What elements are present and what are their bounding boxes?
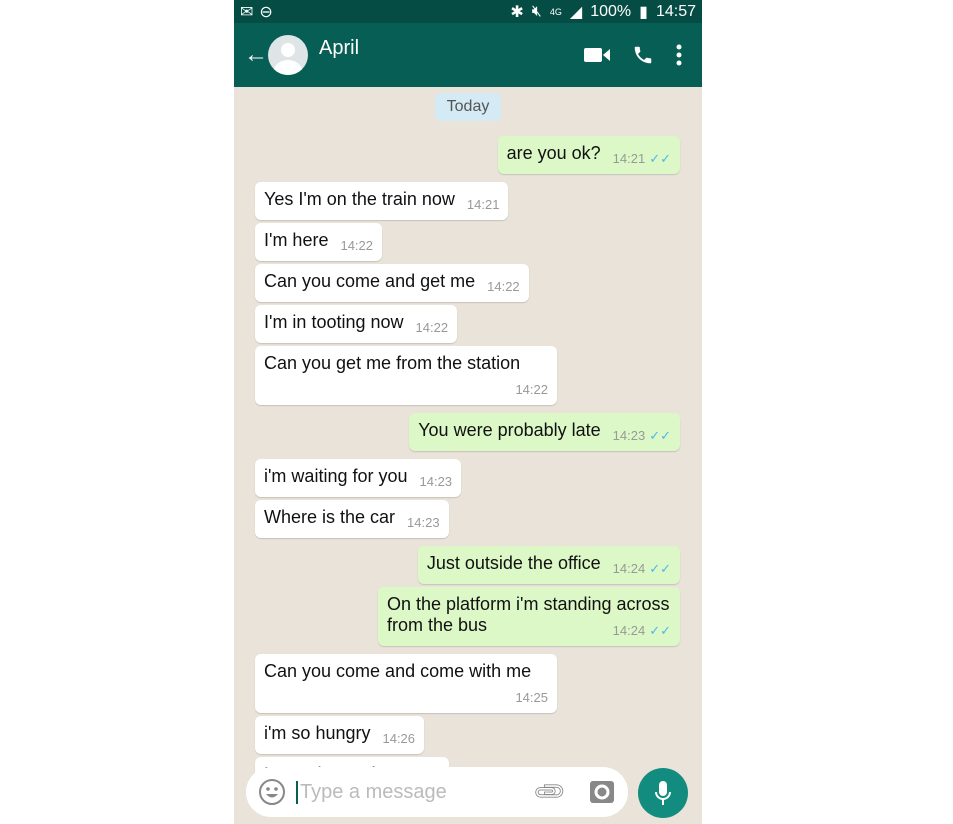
incoming-message: I'm here 14:22	[234, 223, 702, 261]
phone-screen: ✉ ⊖ ✱ 🔇︎ 4G ◢ 100% ▮ 14:57 ← April Today…	[234, 0, 702, 824]
message-time: 14:22	[416, 317, 449, 338]
incoming-message: i'm waiting for you 14:23	[234, 459, 702, 497]
microphone-icon	[655, 781, 671, 805]
network-label: 4G	[549, 6, 562, 17]
message-bubble[interactable]: are you ok? 14:21 ✓✓	[497, 136, 680, 174]
clock: 14:57	[655, 2, 696, 20]
message-text: You were probably late	[418, 420, 601, 440]
bluetooth-icon: ✱	[510, 3, 524, 21]
message-time: 14:23 ✓✓	[613, 425, 671, 446]
time-label: 14:24	[612, 623, 646, 638]
emoji-icon[interactable]	[258, 778, 286, 806]
incoming-message: Where is the car 14:23	[234, 500, 702, 538]
read-receipt-icon: ✓✓	[649, 151, 671, 166]
contact-name[interactable]: April	[319, 37, 359, 60]
message-text: Where is the car	[264, 507, 396, 527]
date-divider: Today	[435, 93, 501, 121]
message-time: 14:24 ✓✓	[613, 558, 671, 579]
message-text: Just outside the office	[426, 553, 601, 573]
message-list: are you ok? 14:21 ✓✓ Yes I'm on the train n…	[234, 133, 702, 795]
message-bubble[interactable]: Can you come and come with me 14:25	[255, 654, 557, 713]
status-bar: ✉ ⊖ ✱ 🔇︎ 4G ◢ 100% ▮ 14:57	[234, 0, 702, 23]
message-input[interactable]: Type a message	[296, 780, 447, 804]
camera-icon[interactable]	[590, 781, 614, 803]
time-label: 14:23	[612, 428, 646, 443]
chat-area: Today are you ok? 14:21 ✓✓ Yes I'm on the t…	[234, 87, 702, 824]
more-options-icon[interactable]	[676, 44, 682, 66]
message-text: i'm so hungry	[264, 723, 371, 743]
battery-percent: 100%	[590, 2, 632, 20]
incoming-message: Can you come and get me 14:22	[234, 264, 702, 302]
message-time: 14:22	[340, 235, 373, 256]
incoming-message: i'm so hungry 14:26	[234, 716, 702, 754]
message-text: i'm waiting for you	[264, 466, 408, 486]
chat-header: ← April	[234, 23, 702, 87]
time-label: 14:26	[382, 731, 416, 746]
message-time: 14:22	[487, 276, 520, 297]
outgoing-message: Just outside the office 14:24 ✓✓	[234, 546, 702, 584]
time-label: 14:22	[415, 320, 449, 335]
phone-call-icon[interactable]	[632, 44, 654, 66]
time-label: 14:21	[466, 197, 500, 212]
time-label: 14:22	[515, 382, 548, 397]
incoming-message: Yes I'm on the train now 14:21	[234, 182, 702, 220]
video-call-icon[interactable]	[584, 47, 610, 63]
message-bubble[interactable]: Where is the car 14:23	[255, 500, 449, 538]
message-bubble[interactable]: i'm so hungry 14:26	[255, 716, 425, 754]
message-bubble[interactable]: Just outside the office 14:24 ✓✓	[417, 546, 680, 584]
time-label: 14:23	[419, 474, 453, 489]
message-bubble[interactable]: I'm here 14:22	[255, 223, 383, 261]
signal-icon: ◢	[569, 3, 583, 21]
message-text: Can you come and come with me	[264, 661, 532, 681]
message-composer[interactable]: Type a message 📎︎	[246, 767, 628, 817]
message-bubble[interactable]: Yes I'm on the train now 14:21	[255, 182, 509, 220]
message-bubble[interactable]: On the platform i'm standing across from…	[378, 587, 680, 646]
message-text: Can you come and get me	[264, 271, 476, 291]
message-bubble[interactable]: Can you come and get me 14:22	[255, 264, 529, 302]
time-label: 14:22	[487, 279, 520, 294]
incoming-message: Can you come and come with me 14:25	[234, 654, 702, 713]
voice-message-button[interactable]	[638, 768, 688, 818]
message-bubble[interactable]: I'm in tooting now 14:22	[255, 305, 458, 343]
battery-icon: ▮	[639, 3, 648, 21]
message-text: Can you get me from the station	[264, 353, 521, 373]
message-text: I'm here	[264, 230, 329, 250]
read-receipt-icon: ✓✓	[649, 623, 671, 638]
time-label: 14:22	[340, 238, 374, 253]
avatar[interactable]	[268, 35, 308, 75]
outgoing-message: On the platform i'm standing across from…	[234, 587, 702, 646]
incoming-message: I'm in tooting now 14:22	[234, 305, 702, 343]
time-label: 14:25	[515, 690, 548, 705]
mute-icon: 🔇︎	[531, 2, 542, 20]
message-bubble[interactable]: Can you get me from the station 14:22	[255, 346, 557, 405]
message-time: 14:26	[382, 728, 415, 749]
message-time: 14:23	[407, 512, 440, 533]
message-time: 14:23	[420, 471, 453, 492]
incoming-message: Can you get me from the station 14:22	[234, 346, 702, 405]
message-text: I'm in tooting now	[264, 312, 404, 332]
message-time: 14:22	[515, 379, 548, 400]
outgoing-message: are you ok? 14:21 ✓✓	[234, 136, 702, 174]
attach-icon[interactable]: 📎︎	[531, 773, 569, 811]
gmail-icon: ✉	[240, 3, 254, 21]
time-label: 14:21	[612, 151, 646, 166]
message-text: Yes I'm on the train now	[264, 189, 455, 209]
message-text: are you ok?	[506, 143, 601, 163]
message-time: 14:25	[515, 687, 548, 708]
message-time: 14:21	[467, 194, 500, 215]
read-receipt-icon: ✓✓	[649, 428, 671, 443]
time-label: 14:24	[612, 561, 646, 576]
message-bubble[interactable]: You were probably late 14:23 ✓✓	[409, 413, 680, 451]
message-time: 14:21 ✓✓	[613, 148, 671, 169]
outgoing-message: You were probably late 14:23 ✓✓	[234, 413, 702, 451]
message-time: 14:24 ✓✓	[613, 620, 671, 641]
time-label: 14:23	[407, 515, 440, 530]
dnd-icon: ⊖	[259, 3, 273, 21]
message-bubble[interactable]: i'm waiting for you 14:23	[255, 459, 462, 497]
read-receipt-icon: ✓✓	[649, 561, 671, 576]
